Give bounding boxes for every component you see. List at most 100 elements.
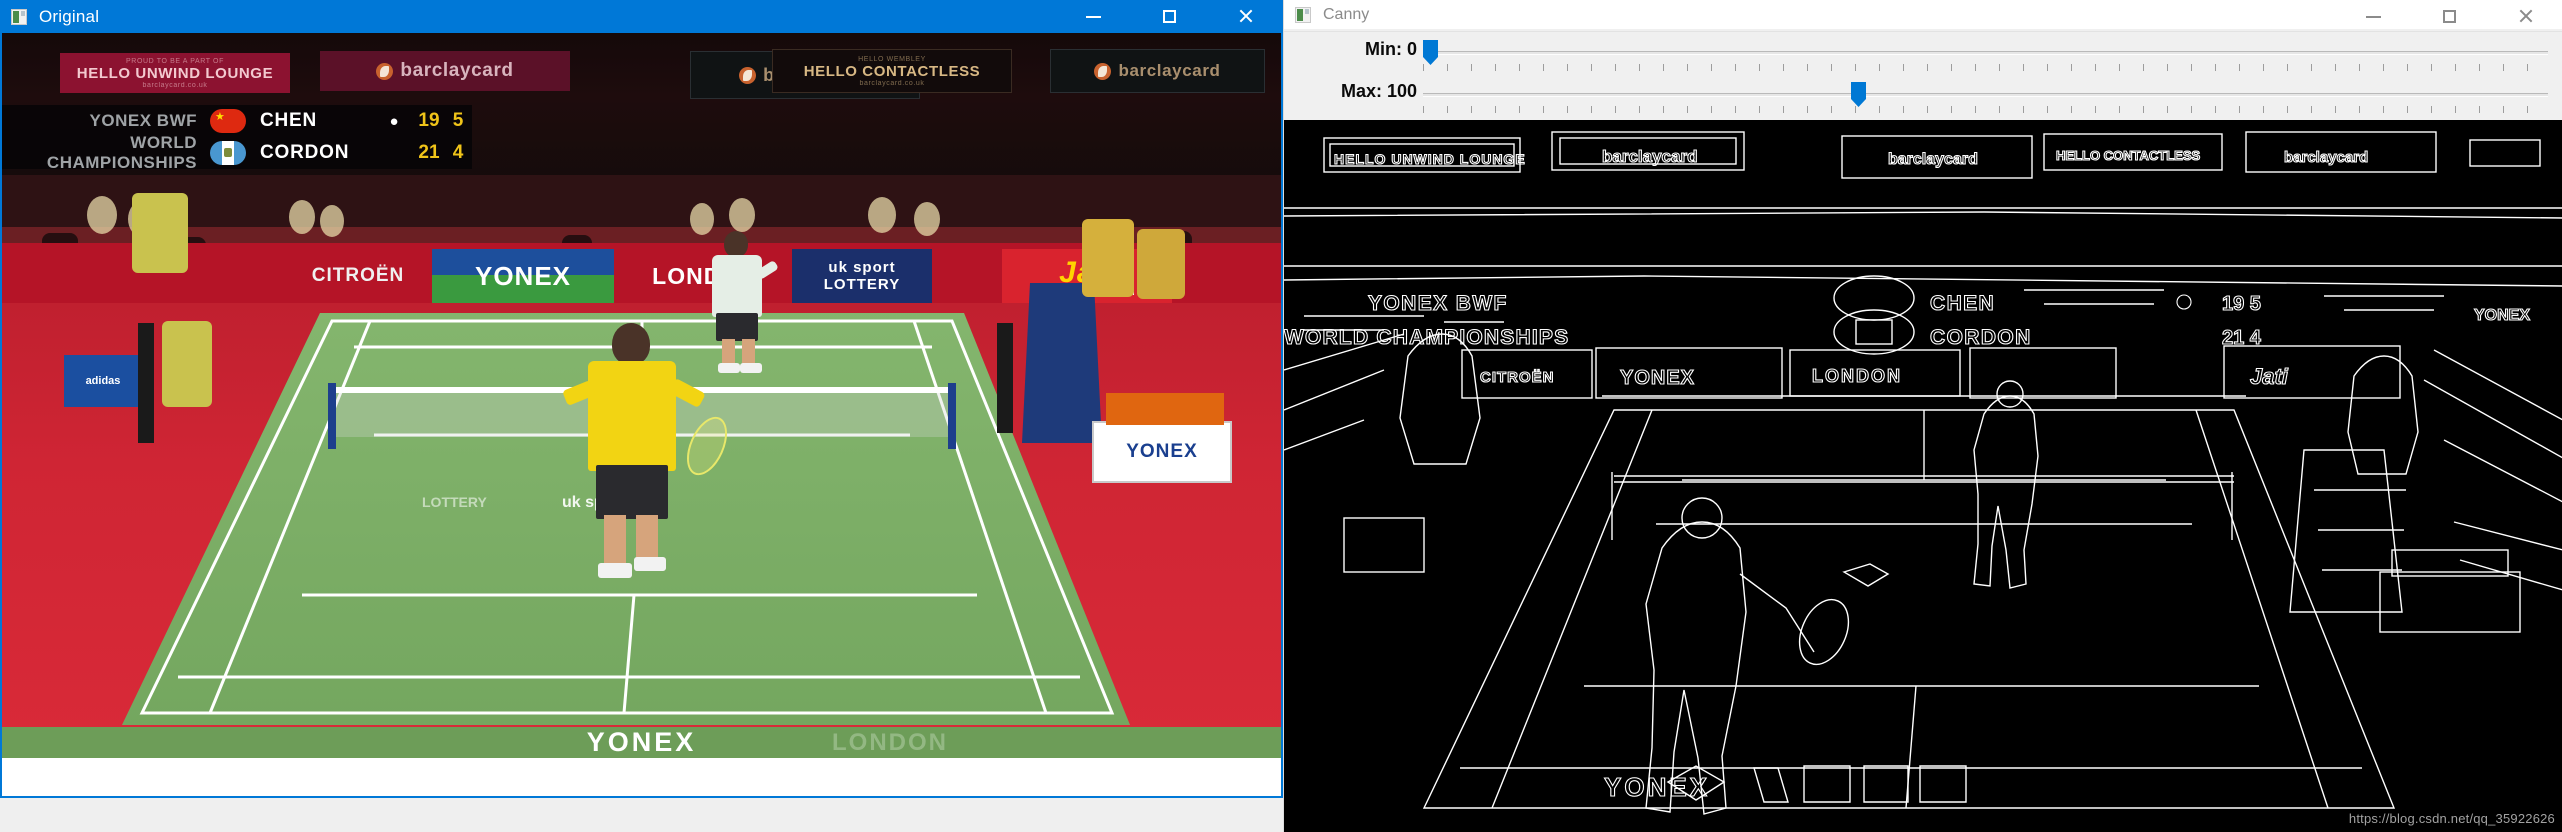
- minimize-icon: [1085, 15, 1101, 18]
- net-post-left: [138, 323, 154, 443]
- svg-text:LONDON: LONDON: [1812, 366, 1902, 386]
- canny-maximize-button[interactable]: [2411, 0, 2487, 33]
- canny-close-button[interactable]: [2487, 0, 2562, 33]
- player-leg-right: [636, 515, 658, 563]
- ad-text: HELLO UNWIND LOUNGE: [76, 64, 274, 82]
- uk-sport-text: uk sport: [828, 259, 896, 276]
- original-minimize-button[interactable]: [1055, 0, 1131, 33]
- yonex-court-logo: YONEX: [586, 727, 697, 757]
- svg-text:Jati: Jati: [2250, 364, 2289, 389]
- trackbar-min-thumb[interactable]: [1423, 40, 1438, 65]
- barclaycard-ad-left: barclaycard: [320, 51, 570, 91]
- player-leg-right: [742, 339, 755, 365]
- trackbar-max-row: Max: 100: [1284, 78, 2562, 120]
- player-1-score-game1: 19: [418, 110, 440, 131]
- svg-text:barclaycard: barclaycard: [1602, 147, 1697, 166]
- ad-note: barclaycard.co.uk: [142, 81, 208, 89]
- trackbar-max-ticks: [1423, 106, 2548, 113]
- canny-window-controls: [2335, 0, 2562, 33]
- original-close-button[interactable]: [1207, 0, 1283, 33]
- svg-text:LOTTERY: LOTTERY: [422, 494, 487, 510]
- scoreboard: YONEX BWF CHEN ● 19 5 WORLD CHAMPIONSHIP…: [2, 105, 472, 172]
- trackbar-max[interactable]: [1423, 78, 2548, 120]
- canny-edges: HELLO UNWIND LOUNGE barclaycard barclayc…: [1284, 120, 2562, 832]
- ad-subtitle: PROUD TO BE A PART OF: [126, 57, 224, 65]
- scoreboard-organizer-line2: WORLD CHAMPIONSHIPS: [46, 133, 197, 172]
- svg-text:barclaycard: barclaycard: [1888, 151, 1978, 168]
- window-canny: Canny Min: 0 Max: 100 HELLO UNWIND LOUNG…: [1283, 0, 2562, 832]
- player-1-name: CHEN: [260, 110, 318, 131]
- ad-subtitle: HELLO WEMBLEY: [858, 55, 926, 63]
- trackbar-min-label: Min: 0: [1365, 39, 1417, 59]
- ad-note: barclaycard.co.uk: [859, 79, 925, 87]
- player-shirt-yellow: [588, 361, 676, 471]
- player-head: [612, 323, 650, 365]
- barclaycard-logo-icon: [376, 62, 394, 80]
- svg-text:HELLO CONTACTLESS: HELLO CONTACTLESS: [2056, 148, 2201, 163]
- yonex-box-banner: YONEX: [1092, 421, 1232, 483]
- original-client-area: PROUD TO BE A PART OF HELLO UNWIND LOUNG…: [2, 33, 1281, 796]
- trackbar-min[interactable]: [1423, 36, 2548, 78]
- london-court-logo: LONDON: [832, 728, 948, 756]
- original-window-controls: [1055, 0, 1283, 33]
- official-right-2: [1137, 229, 1185, 299]
- csdn-watermark: https://blog.csdn.net/qq_35922626: [2348, 811, 2555, 826]
- player-leg-left: [722, 339, 735, 365]
- hello-contactless-ad: HELLO WEMBLEY HELLO CONTACTLESS barclayc…: [772, 49, 1012, 93]
- player-2-score-game1: 21: [418, 142, 440, 163]
- player-2-name: CORDON: [260, 142, 350, 163]
- svg-text:YONEX: YONEX: [2474, 307, 2530, 324]
- ad-text: barclaycard: [1118, 61, 1221, 80]
- player-shoe-right: [634, 557, 666, 571]
- original-maximize-button[interactable]: [1131, 0, 1207, 33]
- barclaycard-logo-icon: [1094, 62, 1112, 80]
- official-left-2: [162, 321, 212, 407]
- svg-text:19 5: 19 5: [2222, 293, 2261, 315]
- svg-text:barclaycard: barclaycard: [2284, 149, 2368, 166]
- player-near-court: [562, 323, 736, 578]
- barclaycard-ad-right: barclaycard: [1050, 49, 1265, 93]
- ad-text: barclaycard: [400, 60, 514, 81]
- minimize-icon: [2365, 15, 2381, 18]
- player-far-court: [704, 231, 779, 373]
- official-left-1: [132, 193, 188, 273]
- trackbar-min-ticks: [1423, 64, 2548, 71]
- svg-text:CITROËN: CITROËN: [1480, 369, 1555, 386]
- svg-text:YONEX: YONEX: [1604, 772, 1710, 802]
- trackbar-max-thumb[interactable]: [1851, 82, 1866, 107]
- ad-text: HELLO CONTACTLESS: [803, 62, 981, 80]
- trackbar-min-groove[interactable]: [1423, 51, 2548, 55]
- lottery-text: LOTTERY: [823, 276, 901, 293]
- official-right-1: [1082, 219, 1134, 297]
- hello-unwind-lounge-ad: PROUD TO BE A PART OF HELLO UNWIND LOUNG…: [60, 53, 290, 93]
- maximize-icon: [2442, 10, 2456, 23]
- serve-indicator-icon: ●: [389, 112, 399, 130]
- svg-text:21 4: 21 4: [2222, 327, 2262, 349]
- screenshot-root: Original PROUD TO BE A PART OF HELLO UNW…: [0, 0, 2562, 832]
- canny-minimize-button[interactable]: [2335, 0, 2411, 33]
- player-head: [724, 231, 748, 257]
- canny-window-title: Canny: [1323, 5, 1370, 23]
- player-shirt-white: [712, 255, 762, 317]
- guatemala-flag: [210, 141, 246, 165]
- close-icon: [1238, 9, 1253, 24]
- canny-edge-image: HELLO UNWIND LOUNGE barclaycard barclayc…: [1284, 120, 2562, 832]
- canny-titlebar[interactable]: Canny: [1284, 0, 2562, 30]
- player-shorts: [716, 313, 758, 341]
- player-1-score-game2: 5: [452, 110, 464, 131]
- svg-text:YONEX BWF: YONEX BWF: [1368, 292, 1508, 315]
- trackbar-max-label: Max: 100: [1340, 81, 1417, 101]
- trackbar-min-row: Min: 0: [1284, 36, 2562, 78]
- equipment-box-blue-left: adidas: [64, 355, 142, 407]
- original-video-frame: PROUD TO BE A PART OF HELLO UNWIND LOUNG…: [2, 33, 1281, 758]
- svg-text:YONEX: YONEX: [1620, 367, 1695, 389]
- svg-text:HELLO UNWIND LOUNGE: HELLO UNWIND LOUNGE: [1334, 151, 1526, 167]
- trackbar-max-groove[interactable]: [1423, 93, 2548, 97]
- original-empty-client-strip: [2, 758, 1281, 796]
- opencv-window-icon: [11, 8, 27, 25]
- original-window-title: Original: [39, 6, 100, 26]
- scoreboard-organizer-line1: YONEX BWF: [89, 111, 197, 130]
- original-titlebar[interactable]: Original: [0, 0, 1283, 33]
- window-original: Original PROUD TO BE A PART OF HELLO UNW…: [0, 0, 1283, 798]
- yonex-court-logo-strip: YONEX LONDON: [2, 727, 1281, 758]
